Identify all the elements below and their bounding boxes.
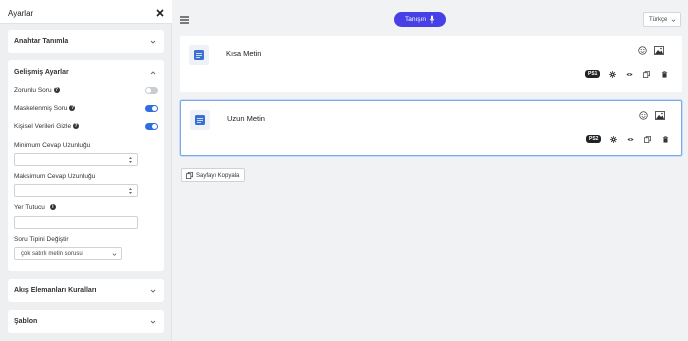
placeholder-label: Yer Tutucu: [14, 204, 45, 211]
question-title[interactable]: Uzun Metin: [227, 114, 265, 123]
question-type-select[interactable]: çok satırlı metin sorusu: [14, 247, 122, 260]
chevron-down-icon: [671, 19, 676, 22]
settings-sidebar: Ayarlar Anahtar Tanımla Gelişmiş Ayarlar…: [0, 0, 172, 341]
chevron-down-icon: [150, 289, 156, 293]
language-value: Türkçe: [649, 17, 668, 23]
chevron-up-icon[interactable]: [150, 70, 156, 76]
text-document-icon: [194, 50, 204, 60]
question-card-long-text[interactable]: Uzun Metin PS2: [180, 100, 682, 156]
option-masked-label: Maskelenmiş Soru: [14, 105, 68, 112]
eye-icon[interactable]: [626, 71, 633, 78]
question-badge: PS1: [585, 70, 601, 78]
meet-button-label: Tanışın: [405, 16, 426, 23]
option-hide-personal-data: Kişisel Verileri Gizle?: [14, 122, 158, 132]
question-badge: PS2: [586, 135, 602, 143]
help-icon[interactable]: ?: [69, 105, 76, 112]
option-hide-personal-label: Kişisel Verileri Gizle: [14, 123, 72, 130]
language-select[interactable]: Türkçe: [643, 12, 681, 27]
image-icon[interactable]: [654, 46, 664, 55]
option-masked: Maskelenmiş Soru?: [14, 104, 158, 114]
trash-icon[interactable]: [661, 71, 668, 78]
eye-icon[interactable]: [627, 136, 634, 143]
question-type-value: çok satırlı metin sorusu: [21, 251, 83, 257]
sidebar-title: Ayarlar: [8, 9, 34, 18]
question-card-short-text[interactable]: Kısa Metin PS1: [180, 36, 682, 92]
copy-page-label: Sayfayı Kopyala: [196, 173, 240, 179]
hide-personal-toggle[interactable]: [145, 123, 158, 130]
copy-page-button[interactable]: Sayfayı Kopyala: [181, 168, 245, 182]
image-icon[interactable]: [655, 111, 665, 120]
close-icon[interactable]: [156, 9, 164, 17]
section-template[interactable]: Şablon: [8, 310, 164, 333]
meet-button[interactable]: Tanışın: [394, 12, 446, 27]
help-icon[interactable]: ?: [73, 123, 80, 130]
gear-icon[interactable]: [609, 71, 616, 78]
stepper-icon[interactable]: [128, 156, 133, 164]
section-key-define[interactable]: Anahtar Tanımla: [8, 30, 164, 53]
section-template-title: Şablon: [14, 318, 38, 325]
chevron-down-icon: [150, 320, 156, 324]
option-required: Zorunlu Soru?: [14, 86, 158, 96]
placeholder-input[interactable]: [14, 216, 138, 229]
question-type-icon-wrap: [189, 45, 209, 65]
help-icon[interactable]: ?: [53, 87, 60, 94]
hamburger-menu-icon[interactable]: [180, 16, 189, 24]
copy-icon: [186, 172, 193, 179]
text-document-icon: [195, 115, 205, 125]
min-length-label: Minimum Cevap Uzunluğu: [14, 142, 91, 149]
microphone-icon: [429, 15, 435, 24]
required-toggle[interactable]: [145, 87, 158, 94]
question-type-icon-wrap: [190, 110, 210, 130]
section-advanced-title[interactable]: Gelişmiş Ayarlar: [14, 69, 69, 76]
chevron-down-icon: [112, 253, 117, 256]
section-flow-rules-title: Akış Elemanları Kuralları: [14, 287, 97, 294]
max-length-label: Maksimum Cevap Uzunluğu: [14, 173, 96, 180]
chevron-down-icon: [150, 40, 156, 44]
copy-icon[interactable]: [643, 71, 650, 78]
stepper-icon[interactable]: [128, 187, 133, 195]
masked-toggle[interactable]: [145, 105, 158, 112]
info-icon[interactable]: i: [49, 204, 56, 211]
sidebar-header: Ayarlar: [0, 0, 172, 24]
section-key-define-title: Anahtar Tanımla: [14, 38, 69, 45]
gear-icon[interactable]: [610, 136, 617, 143]
section-advanced-settings: Gelişmiş Ayarlar Zorunlu Soru? Maskelenm…: [8, 60, 164, 271]
max-length-input[interactable]: [14, 184, 138, 197]
emoji-icon[interactable]: [639, 111, 648, 120]
section-flow-rules[interactable]: Akış Elemanları Kuralları: [8, 279, 164, 302]
min-length-input[interactable]: [14, 153, 138, 166]
question-type-label: Soru Tipini Değiştir: [14, 236, 69, 243]
option-required-label: Zorunlu Soru: [14, 87, 52, 94]
trash-icon[interactable]: [662, 136, 669, 143]
emoji-icon[interactable]: [638, 46, 647, 55]
copy-icon[interactable]: [644, 136, 651, 143]
question-title[interactable]: Kısa Metin: [226, 49, 261, 58]
